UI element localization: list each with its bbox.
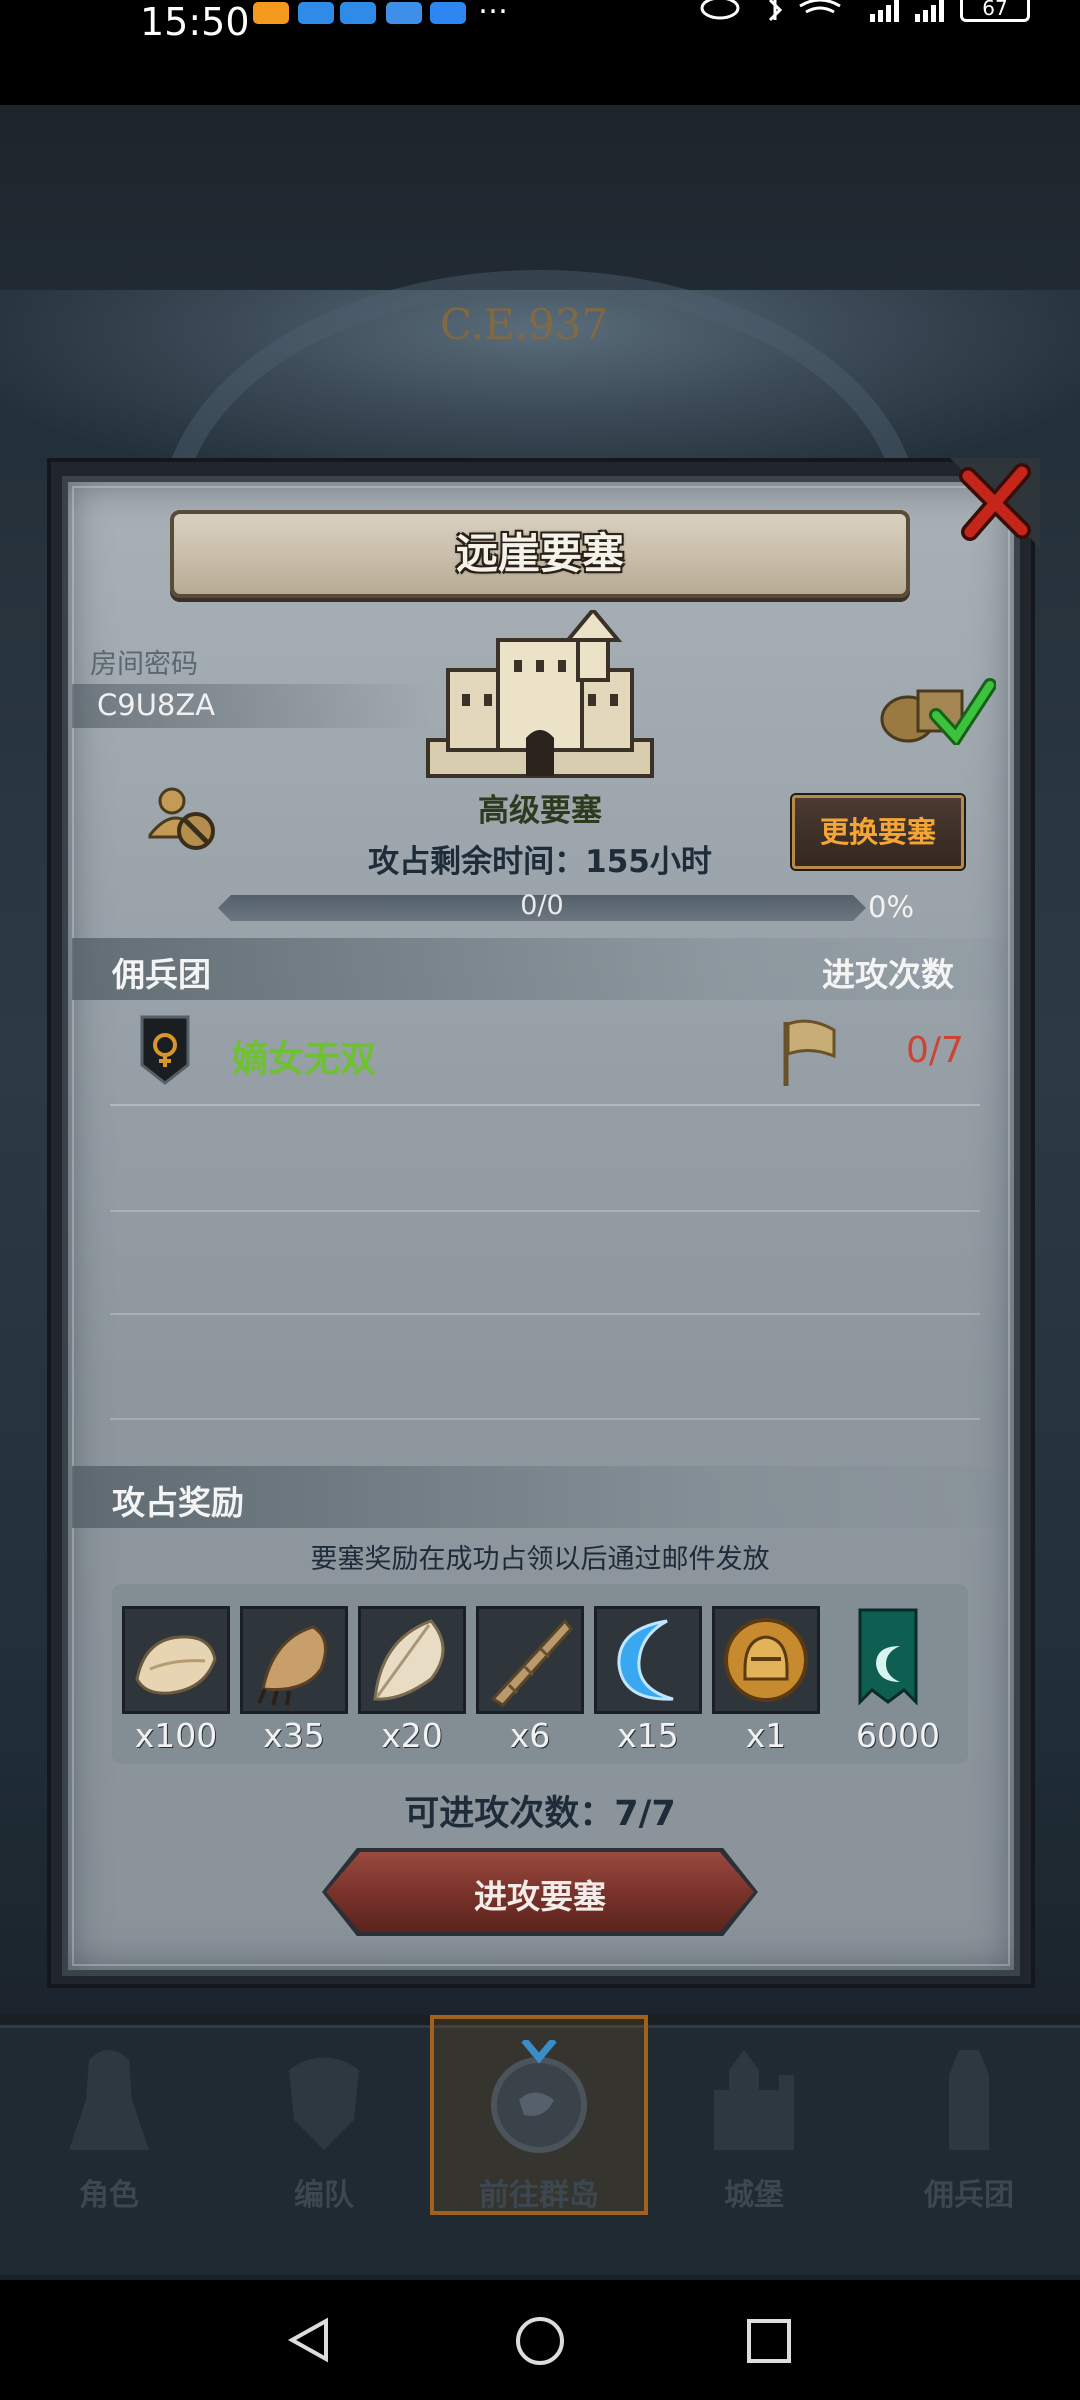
chevron-down-icon: [521, 2040, 557, 2064]
status-time: 15:50: [140, 0, 250, 44]
reward-qty: x15: [617, 1716, 679, 1755]
occupy-progress-percent: 0%: [868, 890, 915, 924]
reward-qty: x20: [381, 1716, 443, 1755]
reward-qty: 6000: [856, 1716, 940, 1755]
battery-icon: 67: [960, 0, 1030, 22]
signal-icon: [870, 0, 899, 22]
tab-islands[interactable]: 前往群岛: [433, 2030, 645, 2213]
fortress-level: 高级要塞: [478, 793, 602, 829]
reward-item[interactable]: [122, 1606, 230, 1714]
empty-row-divider: [110, 1313, 980, 1315]
empty-row-divider: [110, 1418, 980, 1420]
claw-icon: [257, 1625, 327, 1706]
crescent-icon: [617, 1619, 674, 1701]
tab-label: 佣兵团: [924, 2178, 1014, 2213]
horn-icon: [490, 1618, 573, 1707]
tab-label: 角色: [79, 2178, 139, 2213]
tab-label: 前往群岛: [479, 2178, 599, 2213]
recents-icon[interactable]: [745, 2317, 793, 2365]
guild-attacks-count: 0/7: [906, 1030, 964, 1071]
attack-fortress-button[interactable]: [326, 1852, 754, 1932]
home-icon[interactable]: [514, 2315, 566, 2367]
eye-icon: [700, 0, 740, 20]
era-label: C.E.937: [440, 300, 609, 349]
tab-character[interactable]: 角色: [3, 2030, 215, 2213]
helmet-medal-icon: [724, 1618, 808, 1702]
tab-label: 编队: [294, 2178, 354, 2213]
notification-app-icon: [430, 2, 466, 24]
attacks-column-header: 进攻次数: [822, 955, 954, 994]
android-nav-bar: [0, 2280, 1080, 2400]
reward-item[interactable]: [838, 1606, 938, 1714]
occupy-progress-count: 0/0: [520, 890, 564, 921]
compass-globe-icon: [491, 2040, 587, 2153]
guild-banner-icon: [858, 1608, 918, 1706]
flag-icon: [783, 1019, 836, 1086]
feather-icon: [373, 1619, 445, 1701]
rewards-bag-check-icon[interactable]: [878, 675, 996, 745]
castle-icon: [714, 2050, 794, 2150]
occupy-time-remaining: 攻占剩余时间：155小时: [368, 844, 712, 880]
notification-app-icon: [298, 2, 334, 24]
reward-header: 攻占奖励: [112, 1483, 244, 1522]
reward-item[interactable]: [240, 1606, 348, 1714]
reward-qty: x100: [134, 1716, 218, 1755]
reward-qty: x1: [745, 1716, 787, 1755]
guild-name: 嫡女无双: [232, 1039, 377, 1080]
tab-castle[interactable]: 城堡: [648, 2030, 860, 2213]
reward-item[interactable]: [358, 1606, 466, 1714]
wifi-icon: [799, 0, 841, 14]
remaining-attacks: 可进攻次数：7/7: [404, 1794, 676, 1834]
close-button[interactable]: [950, 458, 1040, 548]
reward-qty: x35: [263, 1716, 325, 1755]
bluetooth-icon: [768, 0, 783, 22]
armor-icon: [289, 2057, 359, 2150]
tab-guild[interactable]: 佣兵团: [863, 2030, 1075, 2213]
room-code-value: C9U8ZA: [97, 688, 216, 722]
guild-column-header: 佣兵团: [112, 955, 211, 994]
tower-icon: [949, 2050, 989, 2150]
notification-app-icon: [386, 2, 422, 24]
tab-label: 城堡: [724, 2178, 784, 2213]
notification-app-icon: [253, 2, 289, 24]
more-notifications-icon: …: [478, 0, 510, 21]
reward-item[interactable]: [594, 1606, 702, 1714]
knight-icon: [69, 2050, 149, 2150]
reward-item[interactable]: [476, 1606, 584, 1714]
room-code-label: 房间密码: [90, 649, 198, 680]
back-icon[interactable]: [284, 2315, 334, 2365]
signal-icon: [915, 0, 944, 22]
fortress-icon: [426, 610, 654, 778]
reward-qty: x6: [509, 1716, 551, 1755]
fur-icon: [135, 1635, 217, 1695]
notification-app-icon: [340, 2, 376, 24]
guild-emblem-icon: [140, 1015, 190, 1085]
tab-formation[interactable]: 编队: [218, 2030, 430, 2213]
reward-note: 要塞奖励在成功占领以后通过邮件发放: [310, 1544, 770, 1575]
modal-title: 远崖要塞: [455, 529, 624, 578]
reward-item[interactable]: [712, 1606, 820, 1714]
empty-row-divider: [110, 1210, 980, 1212]
